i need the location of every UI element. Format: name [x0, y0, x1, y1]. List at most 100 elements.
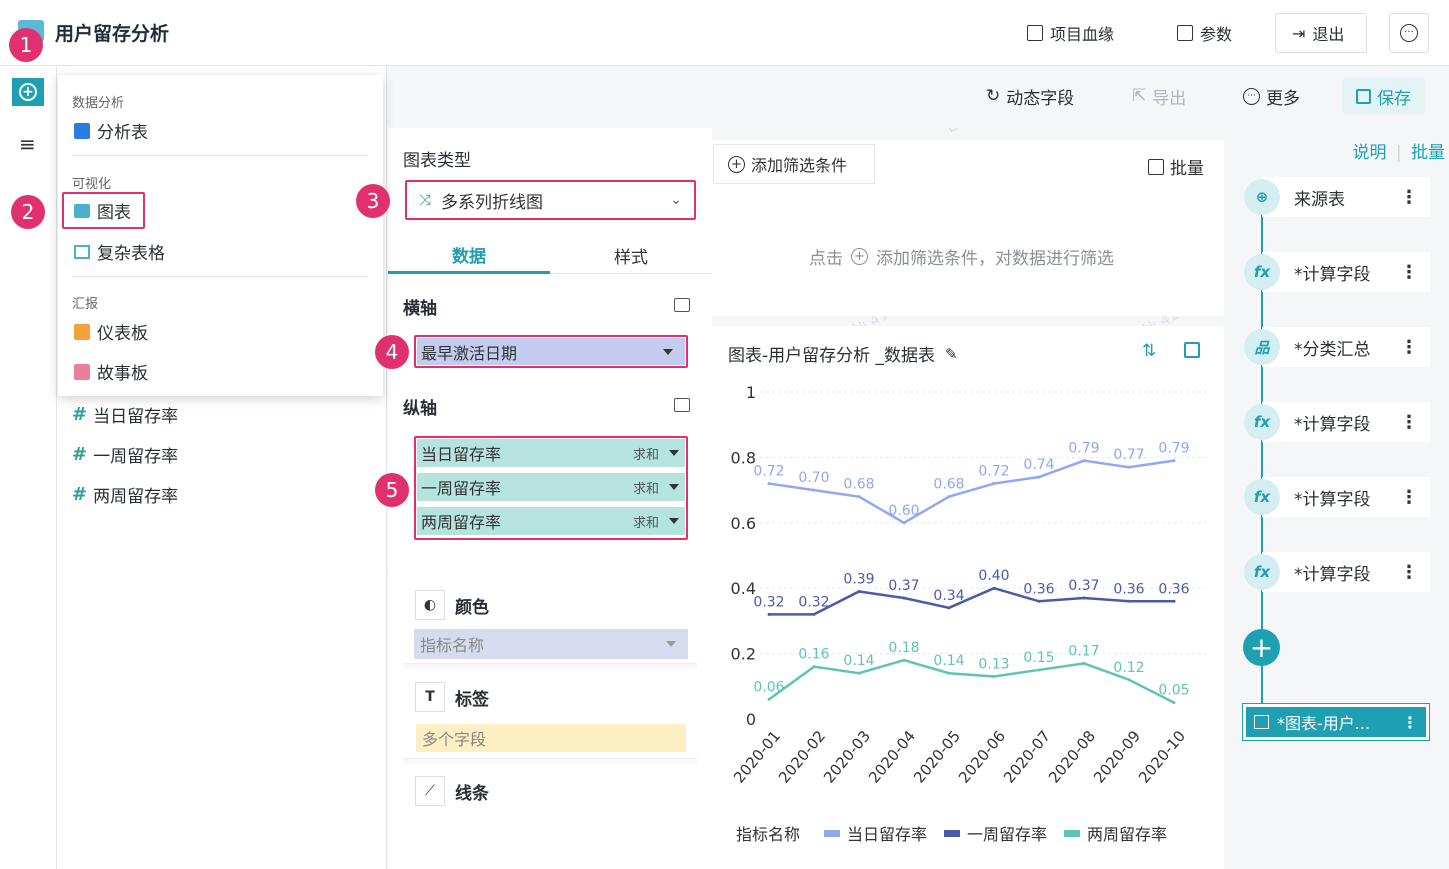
pipeline-step-group[interactable]: 品 *分类汇总 ⋮ [1244, 327, 1430, 367]
caret-down-icon[interactable] [669, 518, 679, 524]
data-point [767, 697, 771, 701]
field-item[interactable]: # 一周留存率 [72, 442, 178, 467]
more-vertical-icon[interactable]: ⋮ [1400, 562, 1418, 583]
data-label: 0.70 [798, 470, 829, 486]
data-label: 0.18 [888, 640, 919, 656]
tab-style[interactable]: 样式 [550, 238, 712, 274]
x-axis-field-pill[interactable]: 最早激活日期 [417, 338, 685, 365]
legend-label: 一周留存率 [967, 825, 1047, 844]
data-point [1082, 661, 1086, 665]
more-vertical-icon[interactable]: ⋮ [1400, 187, 1418, 208]
caret-down-icon[interactable] [663, 348, 673, 355]
storyboard-icon [74, 363, 90, 380]
tab-data[interactable]: 数据 [388, 238, 550, 274]
field-item[interactable]: # 当日留存率 [72, 402, 178, 427]
params-button[interactable]: 参数 [1177, 13, 1232, 53]
caret-down-icon[interactable] [666, 641, 676, 647]
filter-hint[interactable]: 点击 + 添加筛选条件，对数据进行筛选 [809, 244, 1114, 269]
data-label: 0.72 [753, 464, 784, 480]
y-field-pill[interactable]: 当日留存率 求和 [417, 439, 685, 467]
menu-category-visual: 可视化 [72, 177, 112, 192]
data-point [812, 665, 816, 669]
dynamic-field-button[interactable]: ↻ 动态字段 [986, 78, 1074, 114]
field-item[interactable]: # 两周留存率 [72, 482, 178, 507]
data-point [1037, 668, 1041, 672]
batch-button[interactable]: 批量 [1148, 154, 1204, 179]
menu-item-dashboard[interactable]: 仪表板 [74, 319, 148, 344]
x-axis-dropzone[interactable]: 最早激活日期 [414, 335, 688, 368]
add-filter-button[interactable]: + 添加筛选条件 [713, 144, 875, 184]
data-point [992, 586, 996, 590]
x-tick-label: 2020-05 [910, 727, 964, 787]
y-axis-settings-icon[interactable] [674, 398, 690, 412]
lineage-button[interactable]: 项目血缘 [1027, 13, 1114, 53]
chart-config-panel: 图表类型 ⤨ 多系列折线图 ⌄ 数据 样式 横轴 最早激活日期 纵轴 当日留存率… [388, 128, 712, 869]
more-vertical-icon[interactable]: ⋮ [1400, 412, 1418, 433]
more-button[interactable]: ··· 更多 [1243, 78, 1300, 114]
batch-edit-icon [1148, 158, 1164, 175]
pipeline-step-chart[interactable]: *图表-用户... ⋮ [1242, 703, 1430, 741]
more-vertical-icon[interactable]: ⋮ [1400, 487, 1418, 508]
more-vertical-icon[interactable]: ⋮ [1400, 262, 1418, 283]
annotation-badge: 3 [356, 184, 390, 218]
more-vertical-icon[interactable]: ⋮ [1402, 713, 1418, 732]
exit-button[interactable]: ⇥ 退出 [1275, 13, 1367, 53]
line-header[interactable]: ⟋ 线条 [415, 776, 489, 806]
export-button[interactable]: ⇱ 导出 [1132, 78, 1186, 114]
line-chart-icon: ⤨ [419, 191, 432, 209]
annotation-badge: 4 [375, 335, 409, 369]
color-header[interactable]: ◐ 颜色 [415, 590, 489, 620]
menu-divider [72, 276, 368, 277]
formula-icon: fx [1244, 479, 1280, 515]
pipeline-step-calc[interactable]: fx *计算字段 ⋮ [1244, 552, 1430, 592]
data-point [767, 482, 771, 486]
data-point [1082, 459, 1086, 463]
add-component-menu: 数据分析 分析表 可视化 图表 复杂表格 汇报 仪表板 故事板 [58, 75, 383, 396]
pipeline-step-calc[interactable]: fx *计算字段 ⋮ [1244, 402, 1430, 442]
chart-type-select[interactable]: ⤨ 多系列折线图 ⌄ [405, 180, 696, 220]
pipeline-step-calc[interactable]: fx *计算字段 ⋮ [1244, 477, 1430, 517]
data-point [857, 589, 861, 593]
legend-title: 指标名称 [736, 825, 800, 844]
data-label: 0.72 [978, 464, 1009, 480]
menu-item-storyboard[interactable]: 故事板 [74, 359, 148, 384]
x-tick-label: 2020-04 [865, 727, 919, 787]
explain-link[interactable]: 说明 [1352, 143, 1386, 163]
data-label: 0.32 [753, 594, 784, 610]
y-field-pill[interactable]: 两周留存率 求和 [417, 507, 685, 535]
more-options-button[interactable]: ··· [1389, 13, 1429, 53]
tag-field-pill[interactable]: 多个字段 [416, 724, 686, 752]
tag-header[interactable]: T 标签 [415, 682, 489, 712]
data-label: 0.36 [1158, 581, 1189, 597]
number-field-icon: # [72, 404, 88, 425]
chart-type-label: 图表类型 [403, 151, 471, 171]
outline-icon[interactable]: ≡ [19, 132, 36, 156]
more-vertical-icon[interactable]: ⋮ [1400, 337, 1418, 358]
color-field-pill[interactable]: 指标名称 [414, 629, 688, 659]
legend-label: 两周留存率 [1087, 825, 1167, 844]
legend-swatch [824, 830, 840, 837]
data-point [992, 482, 996, 486]
caret-down-icon[interactable] [669, 450, 679, 456]
menu-item-chart[interactable]: 图表 [62, 192, 145, 229]
data-point [1172, 599, 1176, 603]
menu-item-complex-table[interactable]: 复杂表格 [74, 239, 165, 264]
add-step-button[interactable]: + [1243, 629, 1280, 666]
y-tick-label: 0.2 [731, 645, 756, 664]
pipeline-step-source[interactable]: ⊕ 来源表 ⋮ [1244, 177, 1430, 217]
add-component-button[interactable]: + [12, 78, 44, 106]
batch-link[interactable]: 批量 [1411, 143, 1445, 163]
y-field-pill[interactable]: 一周留存率 求和 [417, 473, 685, 501]
y-tick-label: 1 [746, 383, 756, 402]
y-axis-dropzone[interactable]: 当日留存率 求和 一周留存率 求和 两周留存率 求和 [414, 436, 688, 540]
legend-label: 当日留存率 [847, 825, 927, 844]
x-tick-label: 2020-02 [775, 727, 829, 787]
data-label: 0.12 [1113, 660, 1144, 676]
pipeline-step-calc[interactable]: fx *计算字段 ⋮ [1244, 252, 1430, 292]
data-point [857, 495, 861, 499]
save-button[interactable]: 保存 [1342, 78, 1425, 114]
caret-down-icon[interactable] [669, 484, 679, 490]
x-axis-settings-icon[interactable] [674, 298, 690, 312]
menu-item-analysis-table[interactable]: 分析表 [74, 118, 148, 143]
data-point [947, 606, 951, 610]
